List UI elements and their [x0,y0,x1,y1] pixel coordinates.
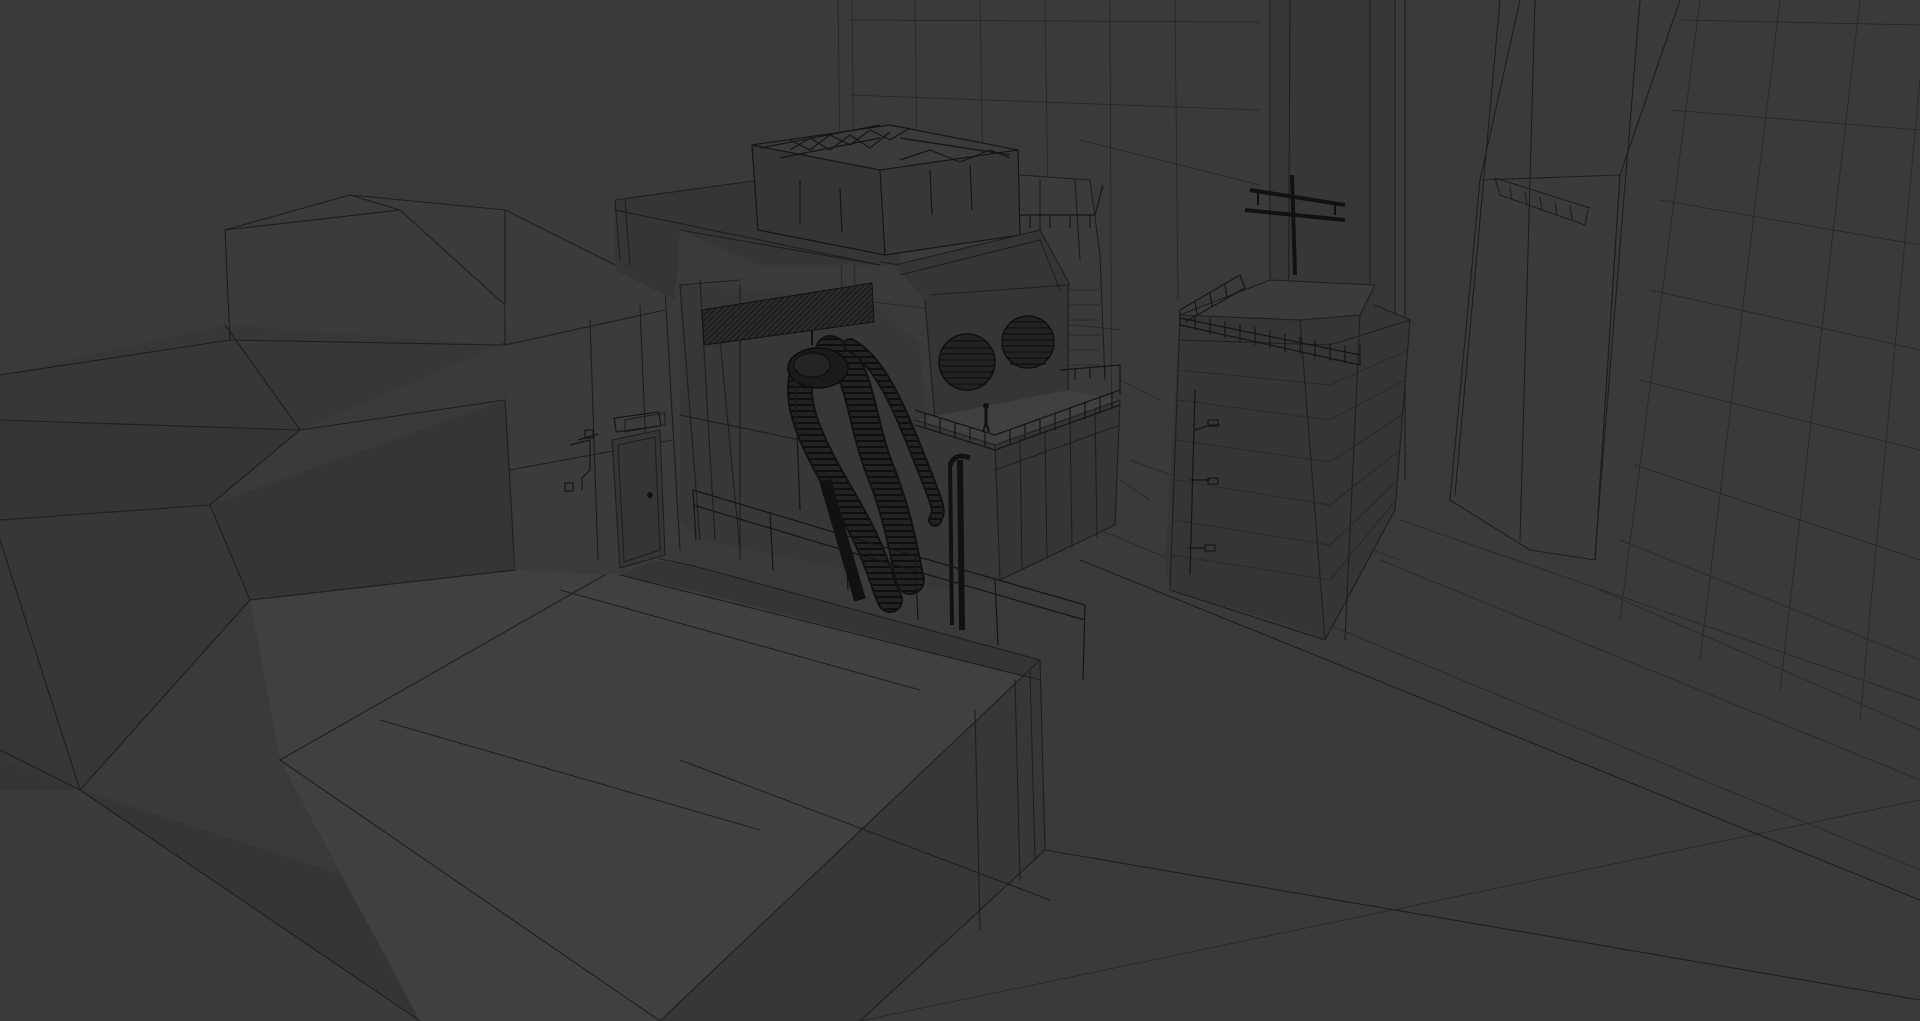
front-rooftop-platform [279,554,1920,1021]
3d-viewport[interactable] [0,0,1920,1021]
door-handle-icon [647,492,653,498]
wireframe-scene[interactable] [0,0,1920,1021]
water-tank [751,124,1021,256]
fan-right-icon [1001,315,1055,369]
right-tower-block [1165,274,1411,641]
fan-left-icon [938,333,996,391]
